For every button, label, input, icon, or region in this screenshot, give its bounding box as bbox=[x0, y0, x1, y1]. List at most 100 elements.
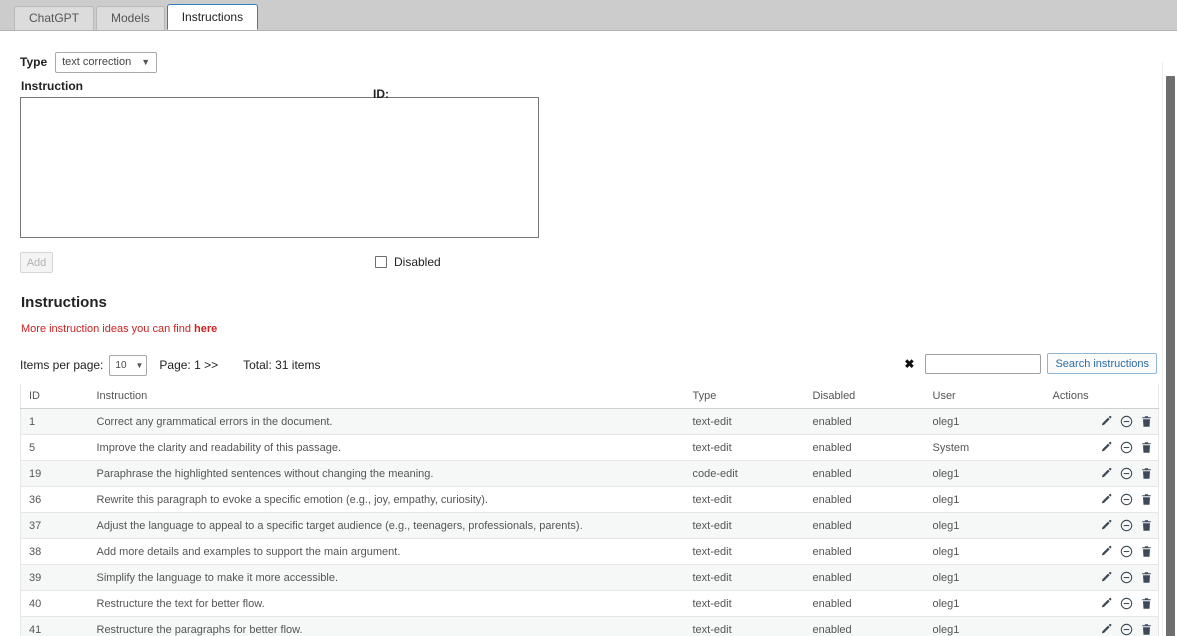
page-title: Instructions bbox=[21, 294, 107, 311]
row-actions bbox=[1045, 545, 1158, 558]
table-row[interactable]: 5 Improve the clarity and readability of … bbox=[20, 434, 1159, 461]
trash-icon[interactable] bbox=[1140, 441, 1153, 454]
cell-disabled: enabled bbox=[804, 512, 925, 539]
table-row[interactable]: 41 Restructure the paragraphs for better … bbox=[20, 616, 1159, 636]
trash-icon[interactable] bbox=[1140, 623, 1153, 636]
cell-actions bbox=[1044, 616, 1159, 636]
cell-actions bbox=[1044, 408, 1159, 435]
table-row[interactable]: 37 Adjust the language to appeal to a spe… bbox=[20, 512, 1159, 539]
table-header: ID Instruction Type Disabled User Action… bbox=[20, 384, 1159, 409]
cell-type: text-edit bbox=[684, 616, 805, 636]
circle-minus-icon[interactable] bbox=[1120, 545, 1133, 558]
search-instructions-button[interactable]: Search instructions bbox=[1047, 353, 1157, 374]
cell-id: 41 bbox=[20, 616, 89, 636]
cell-instruction: Rewrite this paragraph to evoke a specif… bbox=[88, 486, 685, 513]
cell-disabled: enabled bbox=[804, 590, 925, 617]
circle-minus-icon[interactable] bbox=[1120, 571, 1133, 584]
items-per-page-select[interactable]: 10 ▼ bbox=[109, 354, 148, 376]
cell-user: oleg1 bbox=[924, 564, 1045, 591]
trash-icon[interactable] bbox=[1140, 415, 1153, 428]
type-select-value: text correction bbox=[62, 56, 132, 68]
circle-minus-icon[interactable] bbox=[1120, 493, 1133, 506]
pencil-icon[interactable] bbox=[1100, 623, 1113, 636]
hint-here-link[interactable]: here bbox=[194, 323, 217, 335]
pencil-icon[interactable] bbox=[1100, 441, 1113, 454]
circle-minus-icon[interactable] bbox=[1120, 623, 1133, 636]
search-input[interactable] bbox=[925, 353, 1042, 374]
cell-instruction: Add more details and examples to support… bbox=[88, 538, 685, 565]
cell-type: text-edit bbox=[684, 512, 805, 539]
pencil-icon[interactable] bbox=[1100, 571, 1113, 584]
circle-minus-icon[interactable] bbox=[1120, 467, 1133, 480]
table-row[interactable]: 36 Rewrite this paragraph to evoke a spec… bbox=[20, 486, 1159, 513]
column-header-type[interactable]: Type bbox=[684, 384, 805, 409]
pencil-icon[interactable] bbox=[1100, 519, 1113, 532]
total-items-label: Total: 31 items bbox=[243, 358, 321, 372]
pencil-icon[interactable] bbox=[1100, 597, 1113, 610]
column-header-id[interactable]: ID bbox=[20, 384, 89, 409]
cell-actions bbox=[1044, 512, 1159, 539]
table-header-row: ID Instruction Type Disabled User Action… bbox=[20, 384, 1159, 409]
trash-icon[interactable] bbox=[1140, 493, 1153, 506]
trash-icon[interactable] bbox=[1140, 467, 1153, 480]
circle-minus-icon[interactable] bbox=[1120, 415, 1133, 428]
circle-minus-icon[interactable] bbox=[1120, 519, 1133, 532]
vertical-scrollbar[interactable] bbox=[1162, 62, 1177, 636]
circle-minus-icon[interactable] bbox=[1120, 597, 1133, 610]
cell-actions bbox=[1044, 590, 1159, 617]
row-actions bbox=[1045, 519, 1158, 532]
pencil-icon[interactable] bbox=[1100, 415, 1113, 428]
clear-search-icon[interactable]: ✖ bbox=[904, 358, 914, 370]
disabled-checkbox[interactable] bbox=[375, 256, 387, 268]
trash-icon[interactable] bbox=[1140, 545, 1153, 558]
cell-type: text-edit bbox=[684, 538, 805, 565]
row-actions bbox=[1045, 597, 1158, 610]
circle-minus-icon[interactable] bbox=[1120, 441, 1133, 454]
instruction-input[interactable] bbox=[20, 97, 539, 238]
row-actions bbox=[1045, 571, 1158, 584]
chevron-down-icon: ▼ bbox=[141, 56, 151, 67]
trash-icon[interactable] bbox=[1140, 571, 1153, 584]
cell-user: oleg1 bbox=[924, 590, 1045, 617]
cell-instruction: Restructure the paragraphs for better fl… bbox=[88, 616, 685, 636]
pencil-icon[interactable] bbox=[1100, 493, 1113, 506]
pencil-icon[interactable] bbox=[1100, 545, 1113, 558]
type-select[interactable]: text correction ▼ bbox=[55, 51, 158, 73]
pencil-icon[interactable] bbox=[1100, 467, 1113, 480]
instruction-label: Instruction bbox=[21, 79, 83, 93]
cell-id: 36 bbox=[20, 486, 89, 513]
table-row[interactable]: 19 Paraphrase the highlighted sentences w… bbox=[20, 460, 1159, 487]
column-header-instruction[interactable]: Instruction bbox=[88, 384, 685, 409]
type-label: Type bbox=[20, 55, 48, 69]
items-per-page-label: Items per page: bbox=[20, 358, 104, 372]
tab-instructions[interactable]: Instructions bbox=[166, 4, 259, 30]
tab-chatgpt[interactable]: ChatGPT bbox=[14, 6, 95, 30]
cell-disabled: enabled bbox=[804, 408, 925, 435]
table-row[interactable]: 38 Add more details and examples to suppo… bbox=[20, 538, 1159, 565]
column-header-user[interactable]: User bbox=[924, 384, 1045, 409]
type-row: Type text correction ▼ bbox=[20, 31, 1157, 73]
instruction-ideas-hint: More instruction ideas you can find here bbox=[21, 323, 1157, 335]
add-button[interactable]: Add bbox=[20, 252, 53, 273]
cell-id: 19 bbox=[20, 460, 89, 487]
cell-instruction: Correct any grammatical errors in the do… bbox=[88, 408, 685, 435]
cell-user: oleg1 bbox=[924, 538, 1045, 565]
disabled-checkbox-label: Disabled bbox=[394, 255, 441, 269]
cell-instruction: Paraphrase the highlighted sentences wit… bbox=[88, 460, 685, 487]
trash-icon[interactable] bbox=[1140, 597, 1153, 610]
cell-id: 37 bbox=[20, 512, 89, 539]
table-row[interactable]: 40 Restructure the text for better flow. t… bbox=[20, 590, 1159, 617]
pagination-info[interactable]: Page: 1 >> bbox=[159, 358, 218, 372]
table-row[interactable]: 1 Correct any grammatical errors in the d… bbox=[20, 408, 1159, 435]
column-header-disabled[interactable]: Disabled bbox=[804, 384, 925, 409]
scrollbar-thumb[interactable] bbox=[1166, 76, 1175, 636]
cell-disabled: enabled bbox=[804, 460, 925, 487]
tab-models[interactable]: Models bbox=[96, 6, 165, 30]
instructions-table: ID Instruction Type Disabled User Action… bbox=[20, 384, 1159, 636]
row-actions bbox=[1045, 467, 1158, 480]
row-actions bbox=[1045, 493, 1158, 506]
cell-instruction: Restructure the text for better flow. bbox=[88, 590, 685, 617]
trash-icon[interactable] bbox=[1140, 519, 1153, 532]
cell-disabled: enabled bbox=[804, 616, 925, 636]
table-row[interactable]: 39 Simplify the language to make it more … bbox=[20, 564, 1159, 591]
